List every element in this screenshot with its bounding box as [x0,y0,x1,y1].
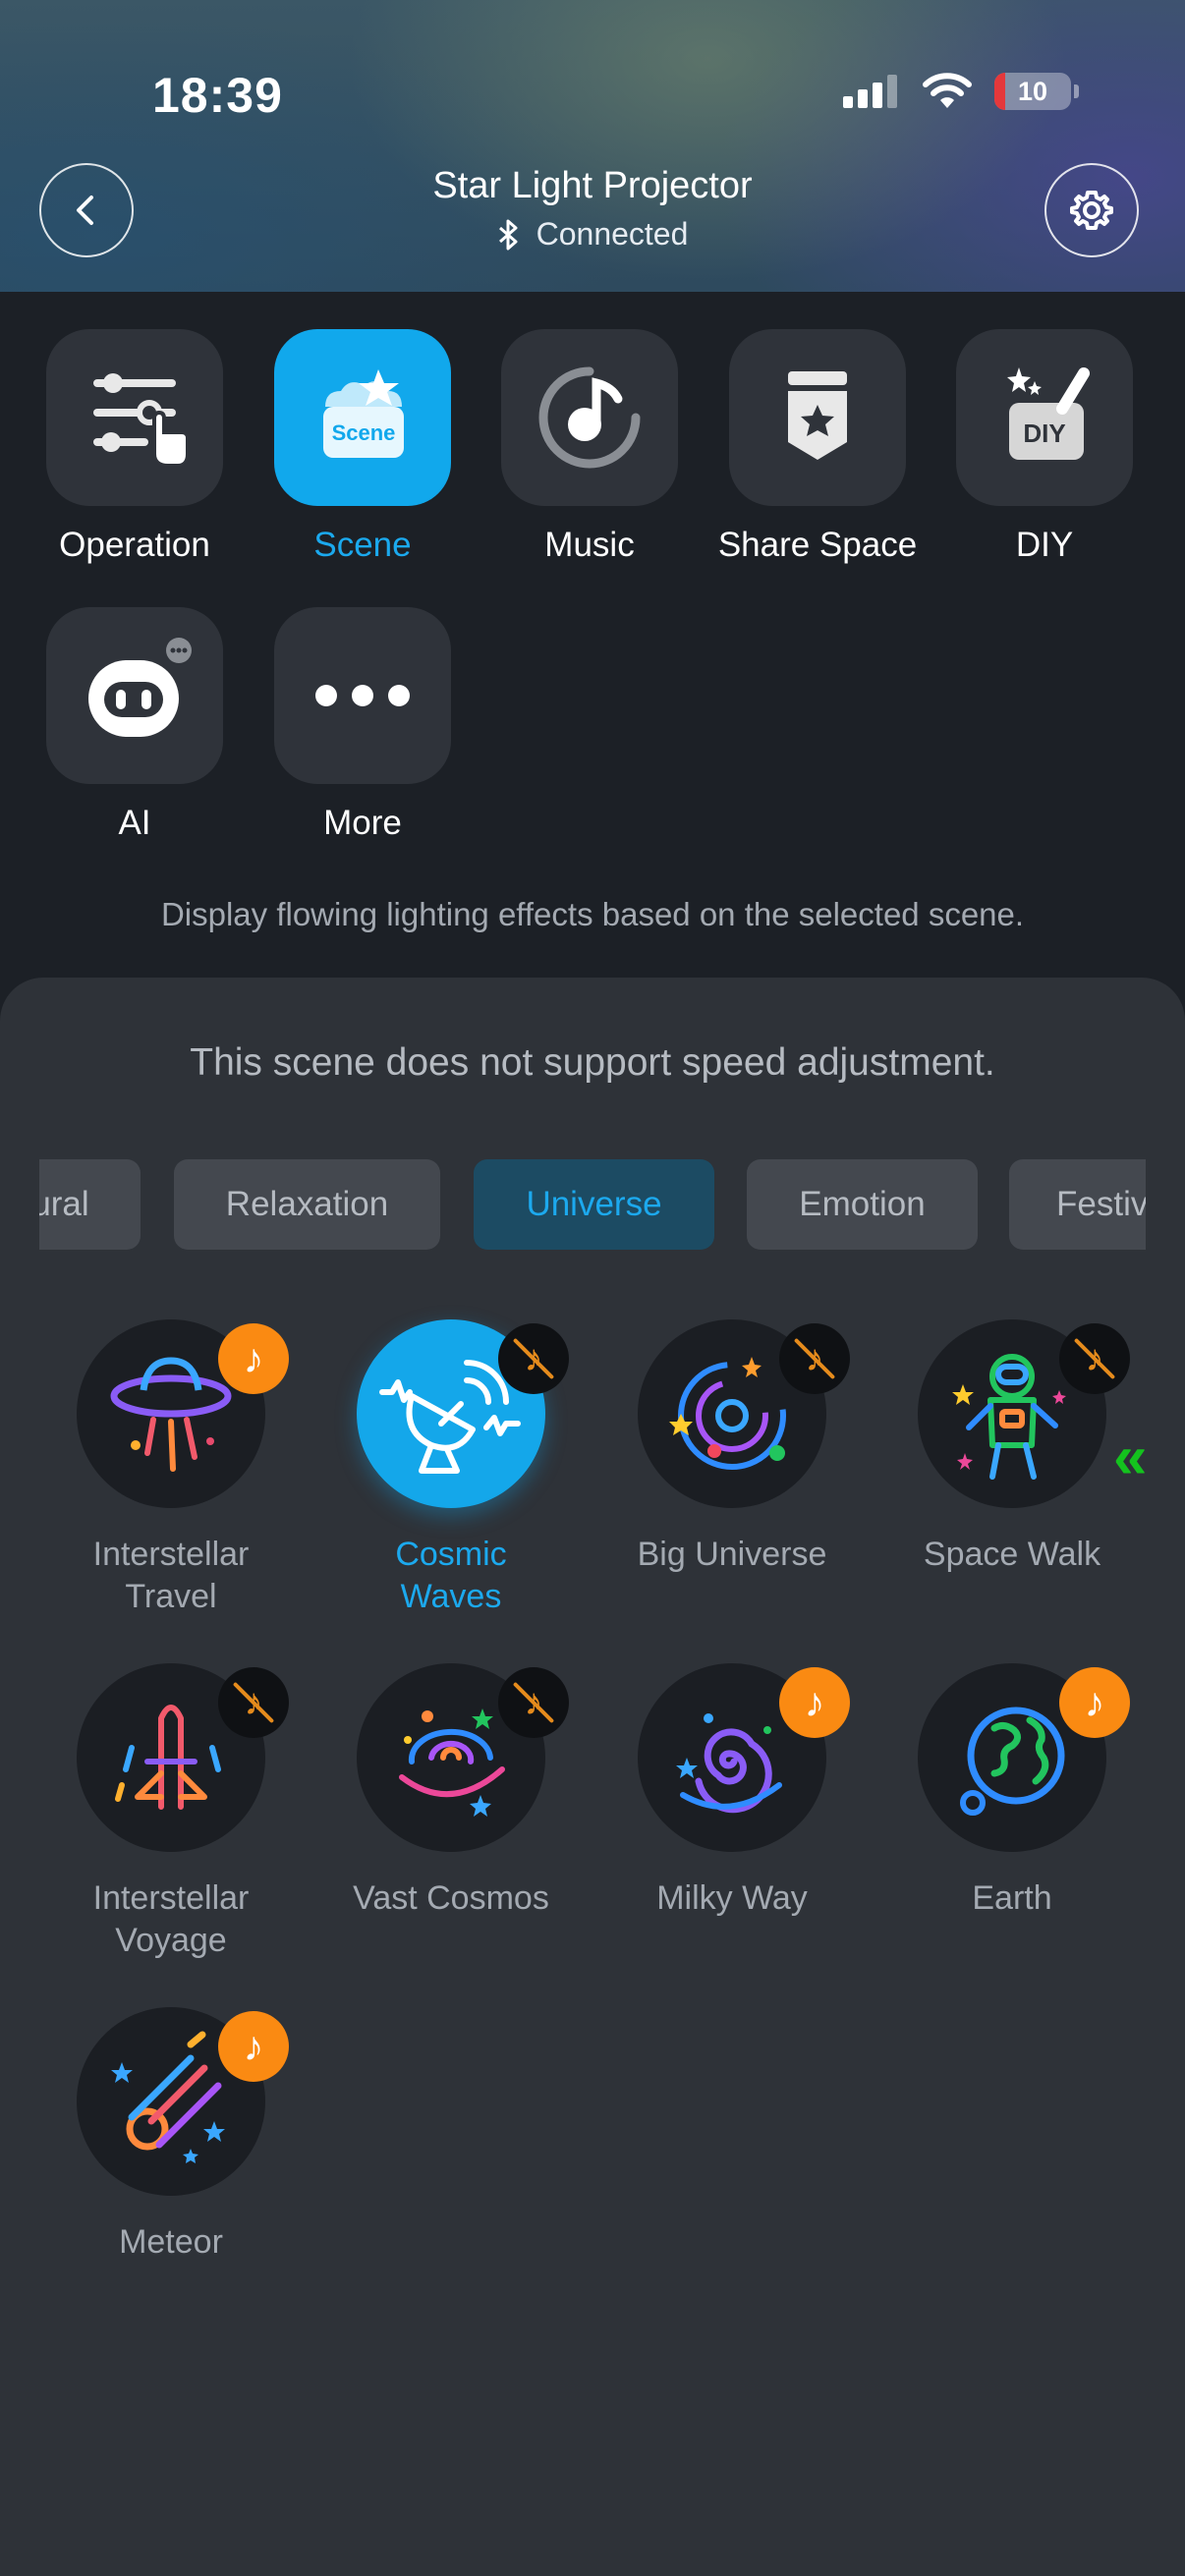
scene-name: Meteor [119,2223,223,2261]
mode-operation[interactable]: Operation [46,329,223,565]
connection-status-label: Connected [536,216,689,252]
diy-icon-text: DIY [1023,419,1065,448]
share-space-tile [729,329,906,506]
wifi-icon [923,73,972,108]
scene-name: Earth [972,1879,1052,1917]
music-off-icon: ♪ [524,1682,543,1723]
scene-vast-cosmos[interactable]: ♪ Vast Cosmos [323,1663,579,1920]
music-off-badge: ♪ [1059,1323,1130,1394]
music-tile [501,329,678,506]
connection-status: Connected [0,216,1185,252]
scene-tile: Scene [274,329,451,506]
scene-name: Big Universe [637,1536,827,1573]
music-note-icon: ♪ [804,1679,825,1725]
battery-level: 10 [1017,76,1048,106]
mode-label: AI [118,804,151,842]
swipe-hint-arrow[interactable]: « [1113,1423,1148,1492]
scene-space-walk[interactable]: ♪ Space Walk [884,1319,1140,1576]
music-off-badge: ♪ [218,1667,289,1738]
music-off-icon: ♪ [244,1682,263,1723]
tab-natural[interactable]: ural [39,1159,141,1250]
category-tabs[interactable]: ural Relaxation Universe Emotion Festiv [39,1159,1146,1250]
tab-festival[interactable]: Festiv [1009,1159,1146,1250]
diy-tile: DIY [956,329,1133,506]
scene-disc: ♪ [638,1663,850,1852]
music-off-badge: ♪ [498,1667,569,1738]
scene-name: Milky Way [656,1879,808,1917]
operation-tile [46,329,223,506]
gear-icon [1070,191,1113,230]
cellular-signal-icon [843,75,897,108]
scene-icon-text: Scene [332,420,396,445]
bluetooth-icon [498,219,518,250]
scene-name: Interstellar Voyage [92,1879,250,1959]
music-badge: ♪ [218,2011,289,2082]
mode-label: Share Space [717,526,918,564]
device-title: Star Light Projector [432,165,753,206]
music-badge: ♪ [1059,1667,1130,1738]
scene-interstellar-voyage[interactable]: ♪ Interstellar Voyage [43,1663,299,1962]
music-off-icon: ♪ [805,1338,824,1379]
scene-cosmic-waves[interactable]: ♪ Cosmic Waves [323,1319,579,1618]
mode-more[interactable]: More [274,607,451,843]
scene-icon: Scene [323,369,404,458]
scene-big-universe[interactable]: ♪ Big Universe [604,1319,860,1576]
music-off-icon: ♪ [524,1338,543,1379]
music-off-icon: ♪ [1085,1338,1104,1379]
scene-sheet: This scene does not support speed adjust… [0,978,1185,2576]
scene-milky-way[interactable]: ♪ Milky Way [604,1663,860,1920]
tab-relaxation[interactable]: Relaxation [174,1159,440,1250]
more-dots-icon [315,685,410,706]
ai-tile [46,607,223,784]
music-note-icon: ♪ [1084,1679,1105,1725]
scene-name: Space Walk [923,1536,1101,1573]
music-disc-icon [538,366,641,469]
battery-tip [1074,84,1079,98]
scene-interstellar-travel[interactable]: ♪ Interstellar Travel [43,1319,299,1618]
mode-label: DIY [1015,526,1074,564]
mode-label: More [323,804,402,842]
tab-emotion[interactable]: Emotion [747,1159,978,1250]
scene-disc: ♪ [638,1319,850,1508]
battery-icon: 10 [994,73,1071,110]
mode-scene[interactable]: Scene Scene [274,329,451,565]
scene-name: Interstellar Travel [92,1536,250,1615]
mode-music[interactable]: Music [501,329,678,565]
music-badge: ♪ [779,1667,850,1738]
tab-universe[interactable]: Universe [474,1159,714,1250]
device-header: 18:39 10 Star Light Projector Connected [0,0,1185,292]
sliders-touch-icon [93,373,190,468]
music-badge: ♪ [218,1323,289,1394]
scene-earth[interactable]: ♪ Earth [884,1663,1140,1920]
scene-disc: ♪ [77,2007,289,2196]
speed-note: This scene does not support speed adjust… [190,1041,995,1084]
music-note-icon: ♪ [243,2023,264,2069]
mode-label: Scene [313,526,412,564]
mode-share-space[interactable]: Share Space [718,329,917,565]
scene-disc: ♪ [918,1319,1130,1508]
music-off-badge: ♪ [779,1323,850,1394]
ai-robot-icon [88,638,192,737]
mode-ai[interactable]: AI [46,607,223,843]
scene-disc: ♪ [357,1663,569,1852]
settings-button[interactable] [1044,163,1139,257]
mode-label: Music [544,526,635,564]
scene-name: Cosmic Waves [395,1536,507,1615]
diy-icon: DIY [1007,367,1090,460]
scene-disc: ♪ [357,1319,569,1508]
scene-meteor[interactable]: ♪ Meteor [43,2007,299,2264]
share-space-icon [788,371,847,460]
status-time: 18:39 [152,68,283,123]
mode-diy[interactable]: DIY DIY [956,329,1133,565]
scene-disc: ♪ [77,1319,289,1508]
scene-disc: ♪ [77,1663,289,1852]
music-off-badge: ♪ [498,1323,569,1394]
more-tile [274,607,451,784]
scene-disc: ♪ [918,1663,1130,1852]
scene-name: Vast Cosmos [353,1879,549,1917]
mode-description: Display flowing lighting effects based o… [160,896,1025,932]
music-note-icon: ♪ [243,1335,264,1381]
status-icons: 10 [843,73,1079,110]
mode-label: Operation [59,526,210,564]
